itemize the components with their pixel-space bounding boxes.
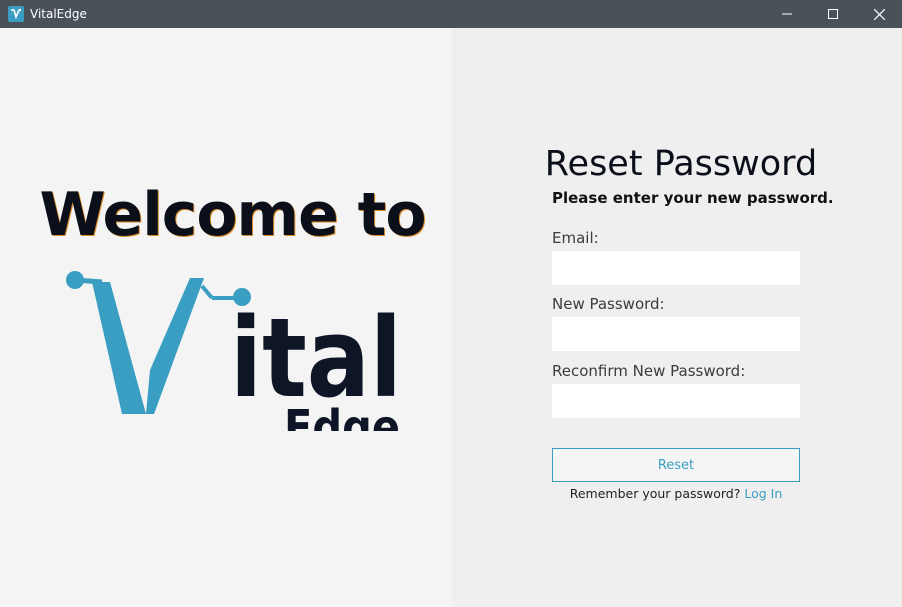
close-icon (873, 8, 885, 20)
reconfirm-password-label: Reconfirm New Password: (552, 362, 746, 380)
window-controls (764, 0, 902, 28)
email-field[interactable] (552, 251, 800, 285)
page-subtitle: Please enter your new password. (552, 189, 834, 207)
page-title: Reset Password (544, 144, 818, 184)
email-label: Email: (552, 229, 599, 247)
minimize-button[interactable] (764, 0, 810, 28)
vitaledge-logo: ital Edge (66, 271, 402, 431)
title-bar: VitalEdge (0, 0, 902, 28)
maximize-icon (828, 9, 838, 19)
reset-password-panel: Reset Password Please enter your new pas… (452, 28, 902, 607)
app-logo-icon (8, 6, 24, 22)
reconfirm-password-field[interactable] (552, 384, 800, 418)
logo-v-left (92, 282, 146, 414)
close-button[interactable] (856, 0, 902, 28)
maximize-button[interactable] (810, 0, 856, 28)
minimize-icon (782, 13, 792, 15)
window-title: VitalEdge (30, 7, 87, 21)
welcome-heading: Welcome to (39, 180, 426, 250)
login-link[interactable]: Log In (744, 486, 782, 501)
remember-row: Remember your password? Log In (536, 486, 816, 501)
new-password-label: New Password: (552, 295, 665, 313)
new-password-field[interactable] (552, 317, 800, 351)
remember-text: Remember your password? (569, 486, 741, 501)
app-window: VitalEdge Welcome to ital Edge Reset Pas… (0, 0, 902, 607)
logo-word-edge: Edge (284, 400, 400, 431)
reset-button[interactable]: Reset (552, 448, 800, 482)
welcome-panel: Welcome to ital Edge (0, 28, 452, 607)
logo-v-right (146, 278, 204, 414)
